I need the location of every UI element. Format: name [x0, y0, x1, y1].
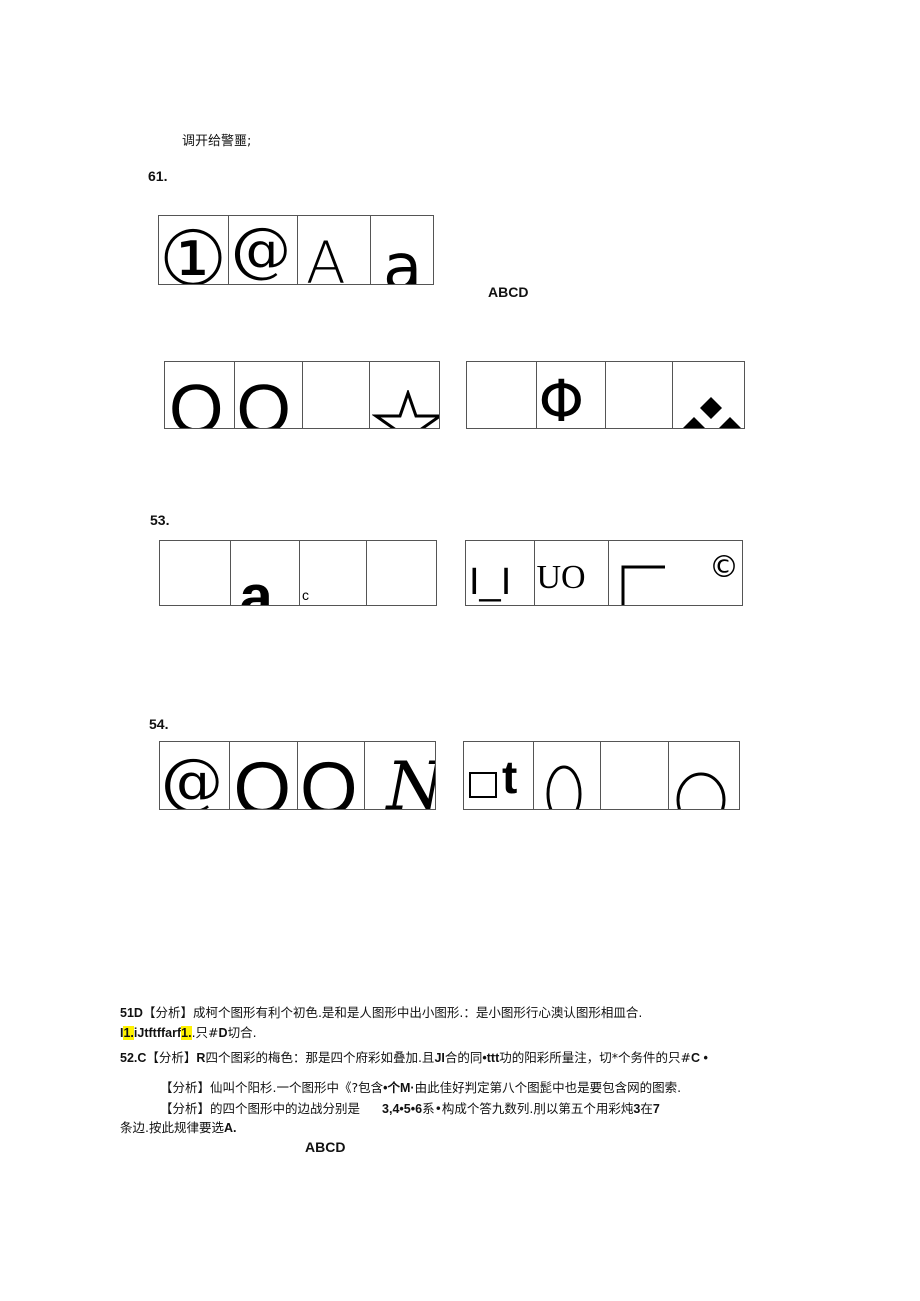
- q53-cell-1: [160, 541, 232, 605]
- q61-option-cell[interactable]: [606, 362, 673, 428]
- q53-option-cell[interactable]: UO: [535, 541, 609, 605]
- q54-cell-1: @: [160, 742, 230, 809]
- q54-sequence-row: @ O O N: [159, 741, 436, 810]
- answer-54-fragment: 【分析】的四个图形中的边战分别是: [160, 1101, 361, 1116]
- circled-one-glyph: ①: [159, 216, 228, 285]
- answer-52-fragment: 【分析】: [146, 1050, 197, 1065]
- letter-a-glyph: a: [239, 563, 273, 606]
- answer-54-fragment: 7: [652, 1102, 660, 1116]
- letter-o-glyph: O: [236, 370, 291, 428]
- q54-cell-3: O: [298, 742, 365, 809]
- q53-options-row: I_I UO ©: [465, 540, 743, 606]
- uo-glyph: UO: [536, 559, 586, 596]
- q61-cell-2: @: [229, 216, 298, 284]
- square-outline-icon: [469, 772, 497, 798]
- answer-51-choice: D: [218, 1026, 228, 1040]
- answer-52-fragment: 四个图彩的梅色：那是四个府彩如叠加.且: [205, 1050, 435, 1065]
- q61-cell-3: A: [298, 216, 371, 284]
- letter-o-glyph: O: [300, 747, 358, 810]
- q53-sequence-row: a c: [159, 540, 437, 606]
- q54-cell-2: O: [230, 742, 298, 810]
- answer-53-fragment: •个M·: [383, 1081, 415, 1095]
- question-54-number: 54.: [149, 716, 169, 732]
- q54-cell-4: N: [365, 742, 435, 810]
- final-options-label: ABCD: [305, 1139, 346, 1155]
- answer-54-fragment: 在: [640, 1101, 653, 1116]
- answer-52-line: 52.C【分析】R四个图彩的梅色：那是四个府彩如叠加.且JI合的同•ttt功的阳…: [120, 1047, 708, 1066]
- question-53-number: 53.: [150, 512, 170, 528]
- star-outline-icon: [371, 390, 439, 428]
- q54-options-row: t: [463, 741, 740, 810]
- answer-53-fragment: 【分析】仙叫个阳杉.一个图形中《?包含: [160, 1080, 384, 1095]
- q61-options-label: ABCD: [488, 284, 529, 300]
- letter-c-glyph: c: [301, 587, 309, 603]
- letter-n-italic-glyph: N: [387, 754, 435, 810]
- letter-a-upper-glyph: A: [306, 229, 346, 284]
- letter-o-glyph: O: [233, 747, 292, 810]
- answer-51-line-1: 51D【分析】成柯个图形有利个初色.是和是人图形中出小图形.：是小图形行心澳认图…: [120, 1002, 642, 1021]
- at-sign-glyph: @: [231, 216, 291, 284]
- intro-text: 调开给警噩;: [182, 134, 252, 149]
- answer-53-fragment: 由此佳好判定第八个图髭中也是要包含网的图索.: [414, 1080, 682, 1095]
- letter-a-lower-glyph: a: [383, 231, 423, 284]
- answer-54-fragment: 条边.按此规律要选: [120, 1120, 224, 1135]
- phi-glyph: Φ: [538, 367, 585, 428]
- answer-51-fragment: iJtftffarf: [133, 1026, 182, 1040]
- highlighted-fragment: 1.: [123, 1026, 134, 1040]
- q61-cell-4: a: [371, 216, 433, 284]
- question-61-number: 61.: [148, 168, 168, 184]
- answer-51-line-2: I1.iJtftffarf1..只#D切合.: [120, 1022, 257, 1041]
- letter-t-glyph: t: [502, 751, 518, 803]
- answer-51-fragment: 切合.: [227, 1025, 257, 1040]
- q61-option-cell[interactable]: O: [235, 362, 303, 428]
- q61-option-cell[interactable]: [467, 362, 537, 428]
- answer-54-fragment: 3,4•5•6: [382, 1102, 423, 1116]
- circle-outline-icon: [676, 772, 726, 809]
- q53-option-cell[interactable]: ©: [609, 541, 742, 605]
- q61-options-left: O O: [164, 361, 440, 429]
- q61-option-cell[interactable]: [673, 362, 744, 428]
- q61-cell-1: ①: [159, 216, 229, 284]
- q54-option-cell[interactable]: t: [464, 742, 534, 809]
- q61-option-cell[interactable]: [303, 362, 370, 428]
- q54-option-cell[interactable]: [534, 742, 602, 809]
- answer-54-choice: A.: [223, 1121, 237, 1135]
- q61-option-cell[interactable]: O: [165, 362, 235, 428]
- corner-shape-icon: [621, 565, 665, 605]
- q61-option-cell[interactable]: [370, 362, 439, 428]
- answer-53-line: 【分析】仙叫个阳杉.一个图形中《?包含•个M·由此佳好判定第八个图髭中也是要包含…: [160, 1077, 681, 1096]
- letter-o-glyph: O: [169, 370, 224, 428]
- answer-52-prefix: 52.C: [120, 1051, 147, 1065]
- answer-54-line-1: 【分析】的四个图形中的边战分别是 3,4•5•6系•构成个答九数列.刖以第五个用彩…: [160, 1098, 660, 1117]
- q54-option-cell[interactable]: [669, 742, 739, 809]
- answer-51-text: 【分析】成柯个图形有利个初色.是和是人图形中出小图形.：是小图形行心澳认图形相皿…: [142, 1005, 643, 1020]
- bracket-shape-glyph: I_I: [469, 561, 512, 603]
- q53-cell-2: a: [231, 541, 300, 605]
- answer-52-choice: C •: [691, 1051, 708, 1065]
- q53-cell-4: [367, 541, 436, 605]
- answer-54-fragment: 系•构成个答九数列.刖以第五个用彩炖: [422, 1101, 634, 1116]
- q53-option-cell[interactable]: I_I: [466, 541, 535, 605]
- q61-sequence-row: ① @ A a: [158, 215, 434, 285]
- answer-51-fragment: .只#: [191, 1025, 219, 1040]
- copyright-glyph: ©: [708, 550, 739, 585]
- answer-51-prefix: 51D: [120, 1006, 143, 1020]
- answer-52-fragment: 功的阳彩所量注，切*个务件的只#: [499, 1050, 691, 1065]
- at-sign-glyph: @: [161, 744, 223, 810]
- answer-52-fragment: JI: [434, 1051, 445, 1065]
- answer-52-fragment: 合的同: [444, 1050, 483, 1065]
- oval-outline-icon: [546, 765, 581, 809]
- q54-option-cell[interactable]: [601, 742, 669, 809]
- diamond-triangles-icon: [682, 397, 741, 428]
- q61-options-right: Φ: [466, 361, 745, 429]
- q61-option-cell[interactable]: Φ: [537, 362, 606, 428]
- highlighted-fragment: 1.: [181, 1026, 192, 1040]
- answer-52-fragment: •ttt: [482, 1051, 500, 1065]
- answer-54-line-2: 条边.按此规律要选A.: [120, 1117, 236, 1136]
- q53-cell-3: c: [300, 541, 367, 605]
